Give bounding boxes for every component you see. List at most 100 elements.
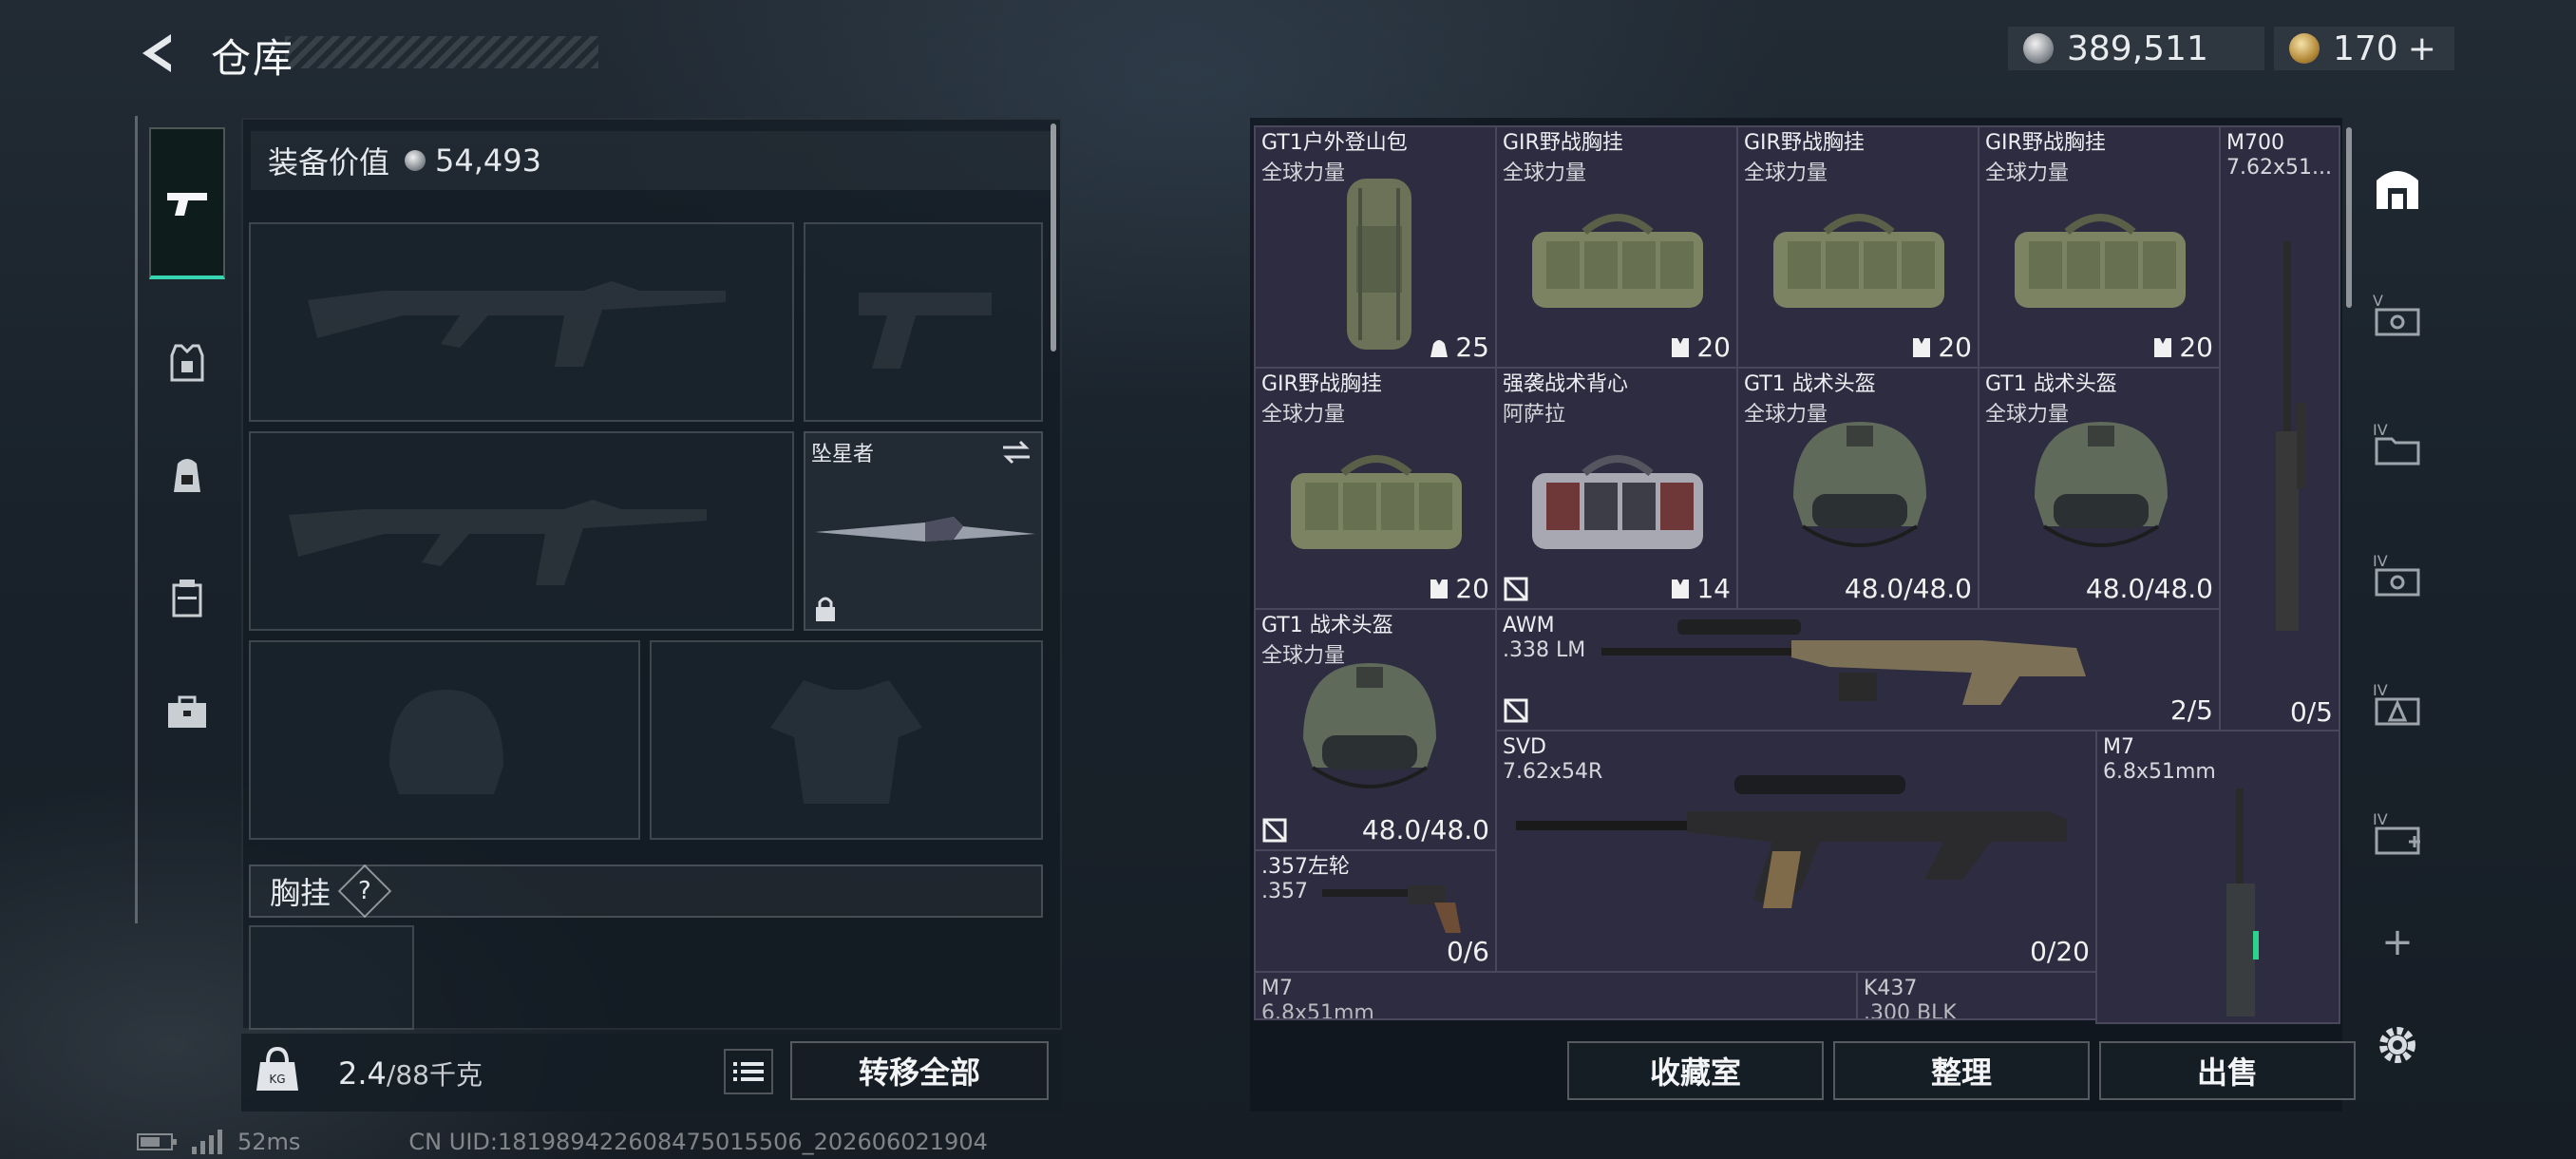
gold-coin-icon <box>2289 33 2320 64</box>
svg-text:IV: IV <box>2373 681 2388 699</box>
chest-rig-label: 胸挂 <box>270 875 331 911</box>
awm-image <box>1601 619 2086 705</box>
primary-weapon-slot[interactable] <box>249 222 794 422</box>
rig-image <box>2015 214 2186 308</box>
equipment-value-label: 装备价值 <box>268 144 390 180</box>
item-chest-rig[interactable]: GIR野战胸挂 全球力量 20 <box>1978 125 2221 369</box>
add-gold-icon[interactable]: + <box>2408 29 2436 68</box>
item-helmet[interactable]: GT1 战术头盔 全球力量 48.0/48.0 <box>1254 608 1497 851</box>
chest-rig-slot[interactable] <box>249 925 414 1030</box>
silver-coin-icon <box>405 150 426 171</box>
loadout-scrollbar[interactable] <box>1051 124 1056 352</box>
melee-slot[interactable]: 坠星者 <box>804 431 1043 631</box>
chest-rig-section: 胸挂 ? <box>249 864 1043 919</box>
item-m7-rifle[interactable]: M7 6.8x51mm <box>1254 971 1862 1020</box>
storage-v-icon: V <box>2373 292 2420 336</box>
signal-icon <box>192 1130 222 1154</box>
sort-button[interactable]: 整理 <box>1833 1041 2090 1100</box>
item-backpack[interactable]: GT1户外登山包 全球力量 25 <box>1254 125 1497 369</box>
item-helmet[interactable]: GT1 战术头盔 全球力量 48.0/48.0 <box>1978 367 2221 610</box>
svg-text:IV: IV <box>2373 421 2388 439</box>
tab-storage-iv-c[interactable]: IV <box>2369 674 2426 732</box>
storage-iv-warning-icon: IV <box>2373 681 2420 726</box>
svd-image <box>1516 775 2067 908</box>
transfer-all-button[interactable]: 转移全部 <box>790 1041 1049 1100</box>
silver-coin-icon <box>2023 33 2054 64</box>
vest-icon <box>170 344 204 382</box>
no-repair-icon <box>1504 577 1528 601</box>
ping-value: 52ms <box>237 1129 301 1155</box>
swap-icon[interactable] <box>999 439 1033 466</box>
item-m700-rifle[interactable]: M700 7.62x51... 0/5 <box>2219 125 2340 733</box>
item-awm-rifle[interactable]: AWM .338 LM 2/5 <box>1495 608 2221 732</box>
tab-storage-iv-b[interactable]: IV <box>2369 545 2426 602</box>
gear-icon <box>2379 1027 2415 1063</box>
item-chest-rig[interactable]: GIR野战胸挂 全球力量 20 <box>1254 367 1497 610</box>
title-decoration <box>285 36 598 68</box>
tab-storage-iv-d[interactable]: IV <box>2369 804 2426 861</box>
nav-container[interactable] <box>151 562 223 635</box>
storage-iv-case-icon: IV <box>2373 552 2420 597</box>
capacity-bag-icon <box>1430 339 1449 357</box>
settings-button[interactable] <box>2369 1016 2426 1074</box>
helmet-slot[interactable] <box>249 640 640 840</box>
storage-tabs: V IV IV IV IV + <box>2359 133 2435 1092</box>
no-repair-icon <box>1262 818 1287 843</box>
weight-max: /88千克 <box>386 1059 483 1091</box>
item-helmet[interactable]: GT1 战术头盔 全球力量 48.0/48.0 <box>1736 367 1979 610</box>
tab-all-storage[interactable] <box>2369 158 2426 215</box>
item-357-revolver[interactable]: .357左轮 .357 0/6 <box>1254 849 1497 973</box>
silver-amount: 389,511 <box>2067 28 2208 68</box>
svg-text:V: V <box>2373 292 2383 310</box>
item-chest-rig[interactable]: GIR野战胸挂 全球力量 20 <box>1495 125 1738 369</box>
tab-storage-v[interactable]: V <box>2369 285 2426 342</box>
nav-backpack[interactable] <box>151 439 223 511</box>
backpack-icon <box>174 459 200 492</box>
nav-weapons[interactable] <box>149 127 225 279</box>
equipment-category-nav <box>135 116 230 923</box>
melee-name: 坠星者 <box>811 443 875 466</box>
helmet-image <box>1793 422 1926 547</box>
no-repair-icon <box>1504 698 1528 723</box>
page-title: 仓库 <box>211 35 295 82</box>
m7-image <box>2226 788 2259 1016</box>
item-svd-rifle[interactable]: SVD 7.62x54R 0/20 <box>1495 730 2097 973</box>
helmet-image <box>1303 663 1436 788</box>
storage-home-icon <box>2377 171 2418 209</box>
svg-text:IV: IV <box>2373 810 2388 828</box>
rig-image <box>1291 455 1462 549</box>
item-chest-rig[interactable]: GIR野战胸挂 全球力量 20 <box>1736 125 1979 369</box>
nav-toolbox[interactable] <box>151 676 223 749</box>
list-view-button[interactable] <box>724 1049 773 1094</box>
capacity-rig-icon <box>1672 337 1690 357</box>
sidearm-slot[interactable] <box>804 222 1043 422</box>
add-storage-icon[interactable]: + <box>2369 914 2426 971</box>
svg-text:KG: KG <box>269 1073 285 1086</box>
secondary-weapon-slot[interactable] <box>249 431 794 631</box>
rig-image <box>1532 214 1703 308</box>
armor-silhouette-icon <box>770 680 922 804</box>
capacity-rig-icon <box>2154 337 2172 357</box>
help-icon[interactable]: ? <box>337 864 392 919</box>
gold-currency[interactable]: 170 + <box>2274 27 2454 70</box>
case-icon <box>172 580 202 618</box>
rifle-silhouette-icon <box>308 281 726 367</box>
body-armor-slot[interactable] <box>650 640 1043 840</box>
capacity-rig-icon <box>1672 579 1690 598</box>
item-m7-rifle[interactable]: M7 6.8x51mm <box>2095 730 2340 1024</box>
item-assault-vest[interactable]: 强袭战术背心 阿萨拉 14 <box>1495 367 1738 610</box>
storage-iv-medical-icon: IV <box>2373 810 2420 855</box>
collection-room-button[interactable]: 收藏室 <box>1567 1041 1824 1100</box>
battery-icon <box>137 1133 177 1150</box>
storage-scrollbar[interactable] <box>2346 127 2352 308</box>
item-k437-rifle[interactable]: K437.300 BLK <box>1856 971 2097 1020</box>
tab-storage-iv-a[interactable]: IV <box>2369 414 2426 471</box>
gold-amount: 170 <box>2333 28 2398 68</box>
pistol-icon <box>167 193 207 216</box>
sell-button[interactable]: 出售 <box>2099 1041 2356 1100</box>
backpack-image <box>1347 179 1411 350</box>
svg-text:IV: IV <box>2373 552 2388 570</box>
nav-armor[interactable] <box>151 327 223 399</box>
carry-weight: 2.4/88千克 <box>338 1054 483 1092</box>
back-arrow-icon[interactable] <box>133 28 182 78</box>
